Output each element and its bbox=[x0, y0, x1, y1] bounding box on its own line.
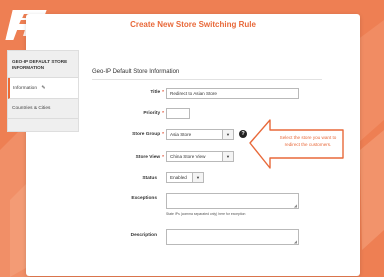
caret-down-icon: ▼ bbox=[192, 173, 203, 182]
caret-down-icon: ▼ bbox=[222, 130, 233, 139]
sidebar-header: GEO-IP DEFAULT STORE INFORMATION bbox=[8, 51, 78, 78]
sidebar-item-label: Countries & Cities bbox=[12, 106, 51, 111]
priority-input[interactable] bbox=[166, 108, 190, 119]
priority-label: Priority * bbox=[143, 111, 164, 116]
section-divider bbox=[92, 79, 322, 80]
store-group-select[interactable]: Asia Store ▼ bbox=[166, 129, 234, 140]
title-label: Title * bbox=[150, 90, 164, 95]
exceptions-note: State IPs (comma separated only) here fo… bbox=[166, 212, 246, 216]
store-view-label: Store View * bbox=[135, 155, 164, 160]
description-textarea[interactable]: ◢ bbox=[166, 229, 299, 245]
status-select[interactable]: Enabled ▼ bbox=[166, 172, 204, 183]
caret-down-icon: ▼ bbox=[222, 152, 233, 161]
sidebar-item-label: Information bbox=[13, 86, 37, 91]
sidebar: GEO-IP DEFAULT STORE INFORMATION Informa… bbox=[7, 50, 79, 132]
page-title: Create New Store Switching Rule bbox=[130, 20, 256, 29]
callout-text: Select the store you want to redirect th… bbox=[279, 135, 337, 147]
section-title: Geo-IP Default Store Information bbox=[92, 69, 180, 75]
pencil-icon: ✎ bbox=[41, 85, 46, 91]
exceptions-textarea[interactable]: ◢ bbox=[166, 193, 299, 209]
exceptions-label: Exceptions bbox=[131, 196, 157, 201]
store-view-select[interactable]: China Store View ▼ bbox=[166, 151, 234, 162]
store-group-label: Store Group * bbox=[132, 132, 164, 137]
resize-grip-icon[interactable]: ◢ bbox=[294, 240, 297, 244]
question-icon[interactable]: ? bbox=[239, 130, 247, 138]
sidebar-item-countries-cities[interactable]: Countries & Cities bbox=[8, 99, 78, 119]
title-input[interactable]: Redirect to Asian Store bbox=[166, 88, 299, 99]
resize-grip-icon[interactable]: ◢ bbox=[294, 204, 297, 208]
sidebar-item-information[interactable]: Information ✎ bbox=[8, 78, 78, 99]
status-label: Status bbox=[142, 176, 157, 181]
description-label: Description bbox=[130, 233, 157, 238]
